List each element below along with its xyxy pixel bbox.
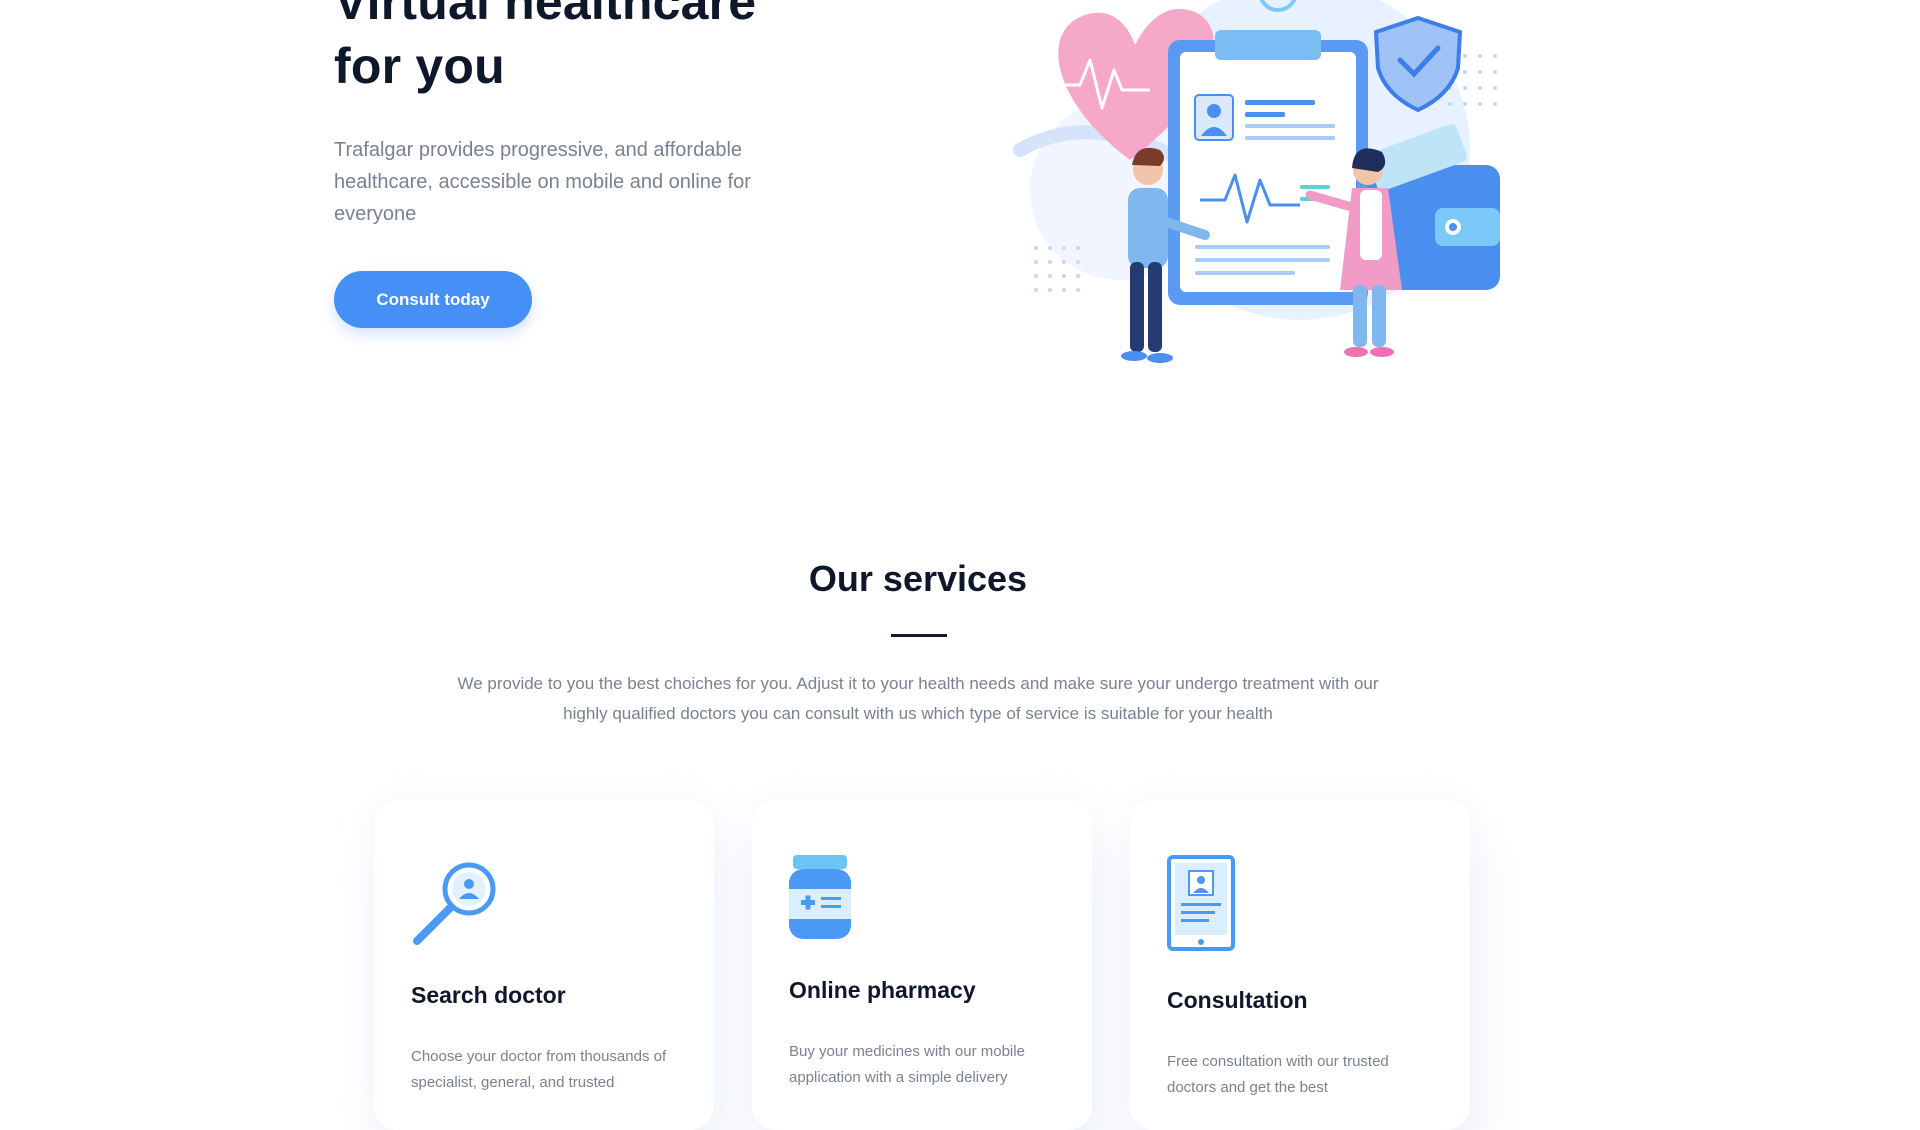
service-card-title: Search doctor — [411, 982, 566, 1008]
service-card-title: Online pharmacy — [789, 977, 976, 1003]
service-card-search-doctor[interactable]: Search doctor Choose your doctor from th… — [374, 800, 714, 1130]
services-title: Our services — [808, 558, 1028, 599]
service-card-title: Consultation — [1167, 987, 1308, 1013]
search-doctor-icon — [413, 862, 496, 945]
hero-illustration — [1013, 0, 1500, 363]
service-card-description: Free consultation with our trusted docto… — [1167, 1053, 1389, 1096]
service-card-online-pharmacy[interactable]: Online pharmacy Buy your medicines with … — [752, 800, 1092, 1130]
service-card-consultation[interactable]: Consultation Free consultation with our … — [1130, 800, 1470, 1130]
services-description: We provide to you the best choiches for … — [457, 674, 1379, 723]
consultation-icon — [1167, 855, 1235, 951]
consult-today-button[interactable]: Consult today — [334, 271, 532, 328]
hero-title: Virtual healthcare for you — [334, 0, 756, 98]
pharmacy-icon — [789, 855, 851, 939]
hero-title-line2: for you — [334, 38, 505, 94]
title-underline — [891, 634, 947, 637]
hero-description: Trafalgar provides progressive, and affo… — [334, 139, 751, 225]
hero-title-line1: Virtual healthcare — [334, 0, 757, 30]
service-card-description: Buy your medicines with our mobile appli… — [789, 1043, 1025, 1086]
service-card-description: Choose your doctor from thousands of spe… — [411, 1048, 667, 1091]
